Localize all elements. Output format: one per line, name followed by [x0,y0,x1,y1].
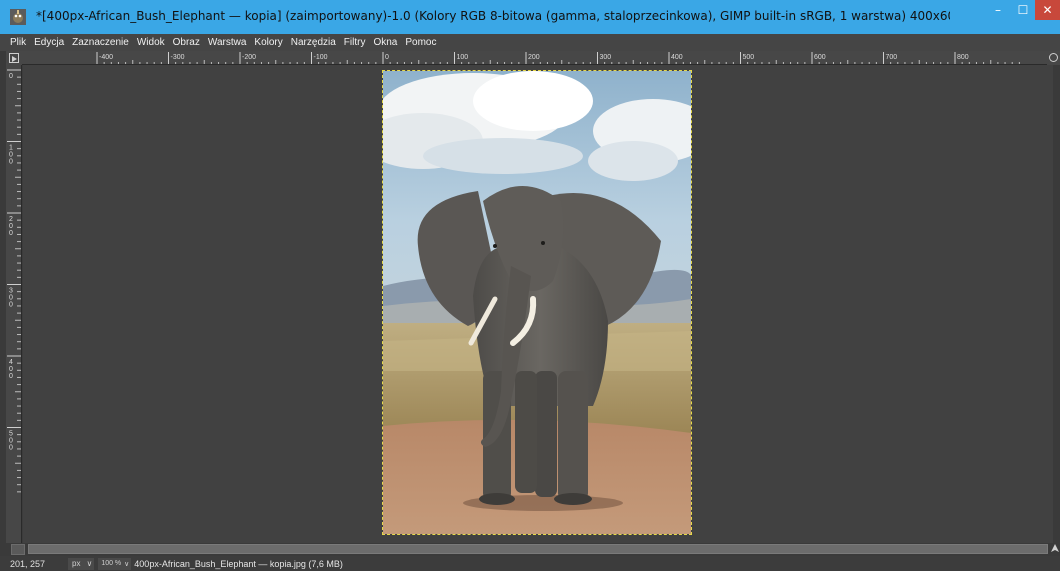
menu-edycja[interactable]: Edycja [30,37,68,48]
menu-obraz[interactable]: Obraz [169,37,204,48]
ruler-label-char: 5 [9,431,13,438]
chevron-down-icon: ∨ [86,559,93,568]
horizontal-scrollbar[interactable] [28,544,1048,554]
ruler-label-char: 0 [9,438,13,445]
ruler-label: 500 [743,54,755,61]
zoom-image-button[interactable] [1047,51,1060,65]
minimize-button[interactable]: – [985,0,1011,20]
elephant-image [383,71,691,534]
ruler-label: 300 [600,54,612,61]
ruler-label: 700 [886,54,898,61]
ruler-label: 800 [957,54,969,61]
ruler-label: -100 [314,54,328,61]
ruler-label-char: 0 [9,445,13,452]
zoom-value: 100 % [101,560,122,567]
zoom-selector[interactable]: 100 % ∨ [98,557,132,570]
title-bar[interactable]: *[400px-African_Bush_Elephant — kopia] (… [0,0,1060,34]
horizontal-ruler[interactable]: -400 -300 -200 -100 0 100 200 300 400 500 600 700 80… [22,51,1047,65]
ruler-label-char: 0 [9,302,13,309]
vertical-ruler-ticks: 0100200300400500 [7,69,21,493]
chevron-down-icon: ∨ [124,560,130,568]
ruler-label-char: 0 [9,159,13,166]
menu-narzedzia[interactable]: Narzędzia [287,37,340,48]
horizontal-scrollbar-row [0,543,1060,556]
ruler-label-char: 3 [9,288,13,295]
maximize-button[interactable]: ☐ [1011,0,1035,20]
menu-zaznaczenie[interactable]: Zaznaczenie [68,37,133,48]
quick-mask-toggle[interactable] [6,51,22,65]
gimp-icon [10,9,26,25]
layer-toggle-button[interactable] [11,544,25,555]
menu-pomoc[interactable]: Pomoc [401,37,440,48]
menu-filtry[interactable]: Filtry [340,37,370,48]
ruler-label: 0 [385,54,389,61]
pointer-coordinates: 201, 257 [10,558,46,569]
file-info: 400px-African_Bush_Elephant — kopia.jpg … [134,558,343,569]
vertical-scrollbar[interactable] [1053,65,1060,543]
menu-widok[interactable]: Widok [133,37,169,48]
ruler-label-char: 2 [9,216,13,223]
ruler-label-char: 0 [9,223,13,230]
ruler-label-char: 4 [9,359,13,366]
menu-warstwa[interactable]: Warstwa [204,37,251,48]
minimize-icon: – [995,3,1001,17]
image-layer[interactable] [382,70,692,535]
ruler-label: -400 [99,54,113,61]
vertical-ruler[interactable]: 0100200300400500 [6,65,22,543]
ruler-label-char: 0 [9,373,13,380]
menu-bar: Plik Edycja Zaznaczenie Widok Obraz Wars… [0,34,1060,51]
ruler-label-char: 1 [9,145,13,152]
ruler-label-char: 0 [9,366,13,373]
unit-value: px [72,559,81,568]
window-title: *[400px-African_Bush_Elephant — kopia] (… [36,9,950,23]
image-canvas[interactable] [23,65,1053,543]
ruler-label: 100 [457,54,469,61]
menu-okna[interactable]: Okna [369,37,401,48]
navigate-icon[interactable] [1050,543,1060,555]
ruler-label-char: 0 [9,73,13,80]
close-button[interactable]: ✕ [1035,0,1060,20]
ruler-label-char: 0 [9,295,13,302]
ruler-label: -300 [171,54,185,61]
menu-plik[interactable]: Plik [6,37,30,48]
status-bar: 201, 257 px ∨ 100 % ∨ 400px-African_Bush… [0,556,1060,571]
zoom-icon [1049,53,1058,62]
ruler-label: 600 [814,54,826,61]
unit-selector[interactable]: px ∨ [68,557,95,570]
ruler-label: 200 [528,54,540,61]
ruler-label: 400 [671,54,683,61]
horizontal-ruler-ticks: -400 -300 -200 -100 0 100 200 300 400 500 600 700 80… [96,52,1020,64]
ruler-label-char: 0 [9,152,13,159]
ruler-label: -200 [242,54,256,61]
ruler-label-char: 0 [9,230,13,237]
close-icon: ✕ [1042,3,1053,17]
menu-kolory[interactable]: Kolory [250,37,286,48]
maximize-icon: ☐ [1017,3,1029,17]
quick-mask-icon [9,53,19,63]
